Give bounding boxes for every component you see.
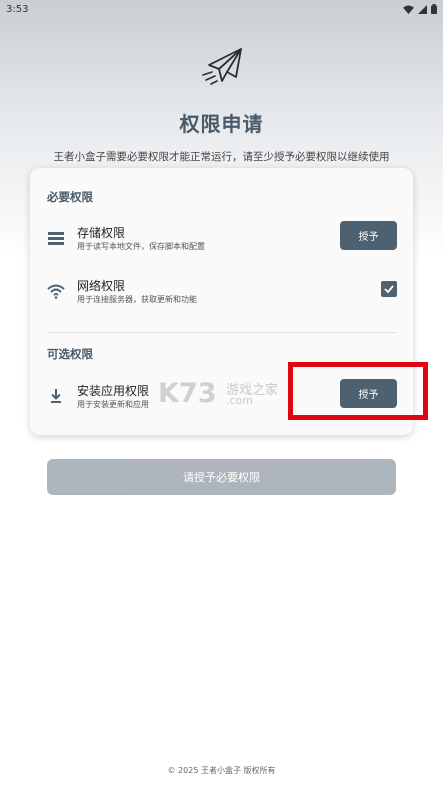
- watermark-com: .com: [226, 394, 253, 407]
- permission-name: 存储权限: [77, 226, 126, 240]
- watermark-big: K73: [158, 378, 217, 409]
- status-icons: [403, 4, 437, 14]
- permission-row-storage: 存储权限 用于读写本地文件，保存脚本和配置 授予: [47, 221, 397, 261]
- permission-description: 用于读写本地文件，保存脚本和配置: [77, 242, 205, 251]
- wifi-icon: [47, 284, 65, 299]
- network-granted-checkbox[interactable]: [381, 281, 397, 297]
- download-icon: [51, 389, 61, 403]
- footer-copyright: © 2025 王者小盒子 版权所有: [167, 766, 276, 775]
- request-permissions-button[interactable]: 请授予必要权限: [47, 459, 396, 495]
- permission-name: 网络权限: [77, 279, 126, 293]
- cellular-signal-icon: [418, 4, 427, 14]
- storage-list-icon: [48, 232, 64, 245]
- permission-description: 用于安装更新和应用: [77, 400, 149, 409]
- optional-section-title: 可选权限: [47, 347, 93, 361]
- battery-icon: [431, 4, 437, 14]
- status-bar: 3:53: [0, 0, 443, 18]
- permission-description: 用于连接服务器，获取更新和功能: [77, 295, 197, 304]
- checkmark-icon: [384, 285, 394, 294]
- highlight-box: [288, 362, 428, 420]
- required-section-title: 必要权限: [47, 190, 93, 204]
- permission-row-network: 网络权限 用于连接服务器，获取更新和功能: [47, 274, 397, 314]
- status-time: 3:53: [6, 3, 29, 15]
- permission-name: 安装应用权限: [77, 384, 150, 398]
- page-header: 权限申请 王者小盒子需要必要权限才能正常运行，请至少授予必要权限以继续使用: [0, 46, 443, 164]
- page-subtitle: 王者小盒子需要必要权限才能正常运行，请至少授予必要权限以继续使用: [53, 151, 390, 163]
- wifi-signal-icon: [403, 4, 414, 14]
- paper-plane-icon: [201, 48, 242, 85]
- k73-watermark: K73 游戏之家 .com: [158, 378, 290, 412]
- section-divider: [47, 332, 396, 333]
- page-title: 权限申请: [179, 112, 264, 136]
- grant-storage-button[interactable]: 授予: [340, 221, 397, 250]
